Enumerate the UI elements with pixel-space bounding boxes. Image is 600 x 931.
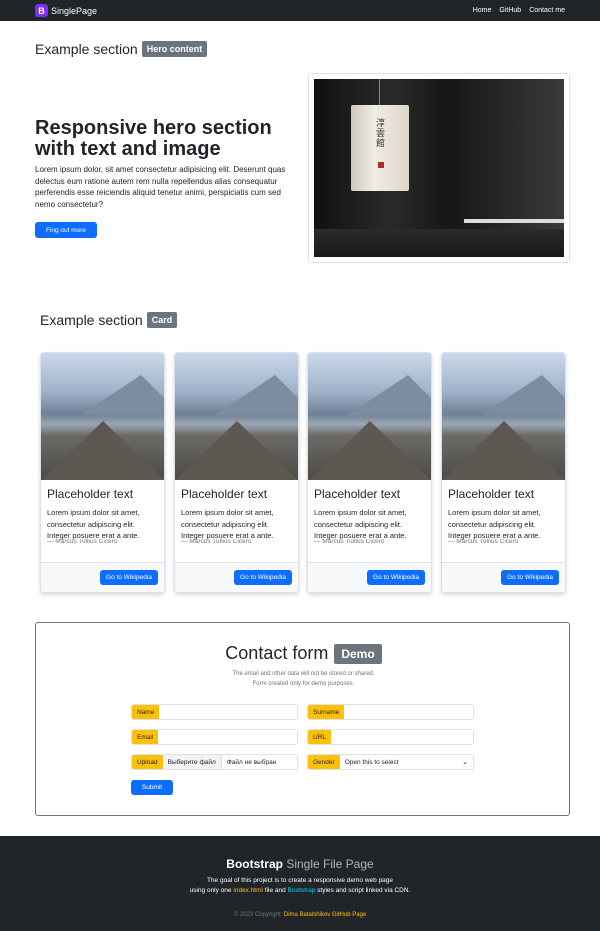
url-field: URL [307, 729, 474, 745]
pier-lake-photo [175, 353, 298, 480]
card-footer: Go to Wikipedia [175, 562, 298, 592]
brand-link[interactable]: B SinglePage [35, 3, 97, 18]
name-input[interactable] [159, 705, 297, 719]
card-cite: — Marcus Tullius Cicero [181, 539, 252, 545]
file-status: Файл не выбран [226, 758, 277, 766]
card-title: Placeholder text [47, 487, 134, 501]
card-footer: Go to Wikipedia [308, 562, 431, 592]
nav-link-contact[interactable]: Contact me [529, 7, 565, 14]
chevron-down-icon: ⌄ [462, 759, 468, 766]
contact-form: Contact form Demo The email and other da… [35, 622, 570, 816]
footer-title-bold: Bootstrap [226, 857, 283, 871]
footer-title: Bootstrap Single File Page [0, 857, 600, 871]
contact-note-line: Form created only for demo purposes. [252, 681, 355, 687]
card-footer: Go to Wikipedia [41, 562, 164, 592]
card-title: Placeholder text [181, 487, 268, 501]
find-out-more-button[interactable]: Fing out more [35, 222, 97, 238]
card-cite: — Marcus Tullius Cicero [314, 539, 385, 545]
footer-copyright: © 2023 Copyright: Dima Batalshikov GitHu… [0, 912, 600, 918]
pier-lake-photo [41, 353, 164, 480]
navbar: B SinglePage Home GitHub Contact me [0, 0, 600, 21]
card-title: Placeholder text [314, 487, 401, 501]
hero-image: 淳雲館 [308, 73, 570, 263]
url-label: URL [308, 730, 332, 744]
wikipedia-button[interactable]: Go to Wikipedia [100, 570, 158, 585]
card: Placeholder text Lorem ipsum dolor sit a… [40, 352, 165, 593]
footer-desc-line-2: using only one index.html file and Boots… [0, 886, 600, 896]
card-cite: — Marcus Tullius Cicero [47, 539, 118, 545]
wikipedia-button[interactable]: Go to Wikipedia [234, 570, 292, 585]
card: Placeholder text Lorem ipsum dolor sit a… [307, 352, 432, 593]
name-field: Name [131, 704, 298, 720]
section-title-text: Example section [40, 312, 143, 328]
url-input[interactable] [331, 730, 473, 744]
index-html-link[interactable]: index.html [233, 887, 263, 894]
nav-link-github[interactable]: GitHub [499, 7, 521, 14]
card-text: Lorem ipsum dolor sit amet, consectetur … [181, 508, 274, 540]
wikipedia-button[interactable]: Go to Wikipedia [501, 570, 559, 585]
contact-title-text: Contact form [225, 643, 329, 663]
card-title: Placeholder text [448, 487, 535, 501]
email-input[interactable] [158, 730, 297, 744]
lantern-photo: 淳雲館 [314, 79, 564, 257]
surname-label: Surname [308, 705, 345, 719]
section-badge: Card [146, 312, 178, 328]
card-cite: — Marcus Tullius Cicero [448, 539, 519, 545]
footer: Bootstrap Single File Page The goal of t… [0, 836, 600, 931]
surname-field: Surname [307, 704, 474, 720]
nav-link-home[interactable]: Home [473, 7, 492, 14]
surname-input[interactable] [344, 705, 473, 719]
demo-badge: Demo [334, 643, 382, 664]
section-badge: Hero content [141, 41, 208, 57]
card: Placeholder text Lorem ipsum dolor sit a… [174, 352, 299, 593]
email-label: Email [132, 730, 159, 744]
card-section-title: Example section Card [40, 312, 178, 328]
footer-desc-text: styles and script linked via CDN. [315, 886, 411, 894]
submit-button[interactable]: Submit [131, 780, 173, 795]
contact-note-line: The email and other data will not be sto… [232, 671, 375, 677]
pier-lake-photo [308, 353, 431, 480]
bootstrap-logo-icon: B [35, 4, 48, 17]
pier-lake-photo [442, 353, 565, 480]
contact-note: The email and other data will not be sto… [36, 669, 571, 689]
name-label: Name [132, 705, 160, 719]
brand-name: SinglePage [51, 5, 98, 16]
hero-heading: Responsive hero section with text and im… [35, 117, 272, 160]
upload-field: Upload Выберите файл Файл не выбран [131, 754, 298, 770]
card: Placeholder text Lorem ipsum dolor sit a… [441, 352, 566, 593]
choose-file-button[interactable]: Выберите файл [162, 755, 222, 769]
hero-text: Lorem ipsum dolor, sit amet consectetur … [35, 165, 286, 209]
lantern-calligraphy: 淳雲館 [376, 119, 386, 149]
email-field: Email [131, 729, 298, 745]
footer-desc-text: using only one [189, 886, 234, 894]
gender-field: Gender Open this to select ⌄ [307, 754, 474, 770]
gender-select[interactable]: Open this to select [340, 755, 462, 769]
card-text: Lorem ipsum dolor sit amet, consectetur … [448, 508, 541, 540]
card-footer: Go to Wikipedia [442, 562, 565, 592]
footer-title-light: Single File Page [286, 857, 374, 871]
bootstrap-link[interactable]: Bootstrap [288, 887, 316, 894]
wikipedia-button[interactable]: Go to Wikipedia [367, 570, 425, 585]
footer-desc-text: file and [262, 886, 288, 894]
github-page-link[interactable]: Dima Batalshikov GitHub Page [284, 912, 366, 918]
footer-description: The goal of this project is to create a … [0, 876, 600, 895]
footer-desc-line: The goal of this project is to create a … [206, 877, 394, 884]
card-text: Lorem ipsum dolor sit amet, consectetur … [47, 508, 140, 540]
copyright-text: © 2023 Copyright: [233, 912, 284, 918]
nav-links: Home GitHub Contact me [473, 0, 565, 21]
card-text: Lorem ipsum dolor sit amet, consectetur … [314, 508, 407, 540]
contact-title: Contact form Demo [36, 643, 571, 664]
gender-label: Gender [308, 755, 340, 769]
section-title-text: Example section [35, 41, 138, 57]
hero-section-title: Example section Hero content [35, 41, 208, 57]
upload-label: Upload [132, 755, 163, 769]
